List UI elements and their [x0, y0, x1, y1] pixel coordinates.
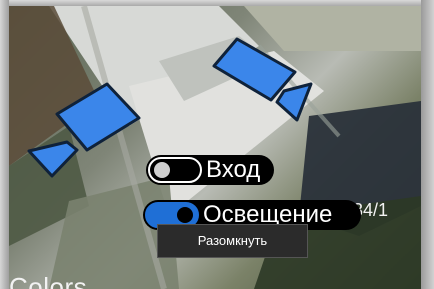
toggle-switch-off[interactable]: [148, 157, 202, 183]
toggle-entrance-label: Вход: [206, 156, 261, 183]
toggle-knob: [154, 162, 170, 178]
place-label: Colors: [9, 272, 88, 289]
window: 34/1 Colors Вход Освещение Разомкнуть: [0, 0, 434, 289]
toggle-knob: [177, 207, 193, 223]
tooltip: Разомкнуть: [157, 224, 308, 258]
window-frame-right: [421, 0, 434, 289]
toggle-entrance[interactable]: Вход: [146, 155, 274, 185]
window-frame-left: [0, 0, 9, 289]
